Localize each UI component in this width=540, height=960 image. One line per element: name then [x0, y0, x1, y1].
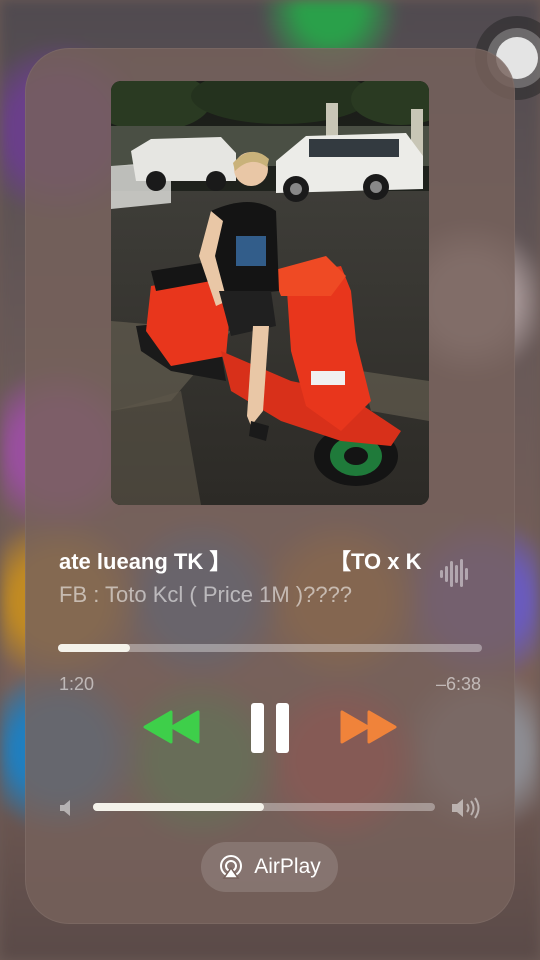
now-playing-panel: ate lueang TK 】 【TO x K FB : Toto Kcl ( …	[25, 48, 515, 924]
album-artwork[interactable]	[111, 81, 429, 505]
backward-icon[interactable]	[143, 710, 201, 744]
volume-slider[interactable]	[93, 803, 435, 811]
playback-scrubber[interactable]	[58, 644, 482, 652]
playback-progress-fill	[58, 644, 131, 652]
airplay-icon	[220, 855, 243, 879]
song-title-left: ate lueang TK 】	[59, 549, 232, 574]
waveform-icon	[440, 559, 468, 587]
airplay-label: AirPlay	[254, 855, 321, 878]
song-title-right: 【TO x K	[329, 549, 422, 574]
forward-icon[interactable]	[339, 710, 397, 744]
volume-level-fill	[93, 803, 264, 811]
pause-icon[interactable]	[249, 702, 291, 754]
speaker-low-icon	[60, 800, 70, 816]
song-title-marquee: ate lueang TK 】 【TO x K	[59, 542, 425, 576]
remaining-time: –6:38	[435, 674, 481, 694]
speaker-high-icon	[452, 797, 480, 819]
airplay-button[interactable]: AirPlay	[201, 842, 338, 892]
artist-name: FB : Toto Kcl ( Price 1M )????	[59, 582, 353, 607]
elapsed-time: 1:20	[59, 674, 95, 694]
